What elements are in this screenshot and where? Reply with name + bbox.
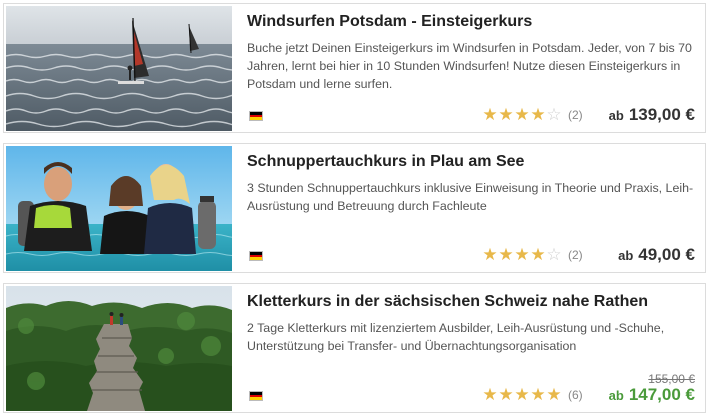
price-prefix: ab [608, 108, 624, 123]
price: ab 49,00 € [618, 245, 695, 265]
course-card-windsurfing[interactable]: Windsurfen Potsdam - Einsteigerkurs Buch… [3, 3, 706, 133]
star-full-icon: ★ [498, 385, 514, 404]
rating-count: (2) [568, 248, 583, 262]
diving-photo[interactable] [6, 146, 232, 271]
course-title[interactable]: Kletterkurs in der sächsischen Schweiz n… [247, 293, 695, 311]
course-title[interactable]: Schnuppertauchkurs in Plau am See [247, 153, 695, 171]
star-full-icon: ★ [530, 385, 546, 404]
old-price: 155,00 € [648, 372, 695, 386]
windsurfing-photo[interactable] [6, 6, 232, 131]
star-full-icon: ★ [530, 105, 546, 124]
course-description: Buche jetzt Deinen Einsteigerkurs im Win… [247, 41, 692, 91]
sale-price: ab 147,00 € [609, 385, 695, 405]
star-empty-icon: ☆ [546, 105, 562, 124]
price: ab 139,00 € [609, 105, 695, 125]
rating-stars: ★ ★ ★ ★ ☆ (2) [482, 105, 583, 124]
star-full-icon: ★ [482, 385, 498, 404]
star-full-icon: ★ [514, 105, 530, 124]
german-flag-icon [249, 391, 263, 401]
star-full-icon: ★ [530, 245, 546, 264]
course-description: 2 Tage Kletterkurs mit lizenziertem Ausb… [247, 321, 665, 353]
price-prefix: ab [608, 388, 624, 403]
star-full-icon: ★ [498, 245, 514, 264]
star-full-icon: ★ [498, 105, 514, 124]
german-flag-icon [249, 111, 263, 121]
rating-count: (6) [568, 388, 583, 402]
star-full-icon: ★ [514, 385, 530, 404]
star-full-icon: ★ [514, 245, 530, 264]
course-card-diving[interactable]: Schnuppertauchkurs in Plau am See 3 Stun… [3, 143, 706, 273]
climbing-photo[interactable] [6, 286, 232, 411]
star-full-icon: ★ [482, 245, 498, 264]
rating-stars: ★ ★ ★ ★ ☆ (2) [482, 245, 583, 264]
price-amount: 147,00 € [628, 385, 695, 404]
german-flag-icon [249, 251, 263, 261]
course-card-climbing[interactable]: Kletterkurs in der sächsischen Schweiz n… [3, 283, 706, 413]
price-prefix: ab [618, 248, 634, 263]
star-full-icon: ★ [482, 105, 498, 124]
price-amount: 139,00 € [628, 105, 695, 124]
star-empty-icon: ☆ [546, 245, 562, 264]
rating-stars: ★ ★ ★ ★ ★ (6) [482, 385, 583, 404]
rating-count: (2) [568, 108, 583, 122]
course-description: 3 Stunden Schnuppertauchkurs inklusive E… [247, 181, 694, 213]
course-title[interactable]: Windsurfen Potsdam - Einsteigerkurs [247, 13, 695, 31]
price-amount: 49,00 € [638, 245, 695, 264]
star-full-icon: ★ [546, 385, 562, 404]
